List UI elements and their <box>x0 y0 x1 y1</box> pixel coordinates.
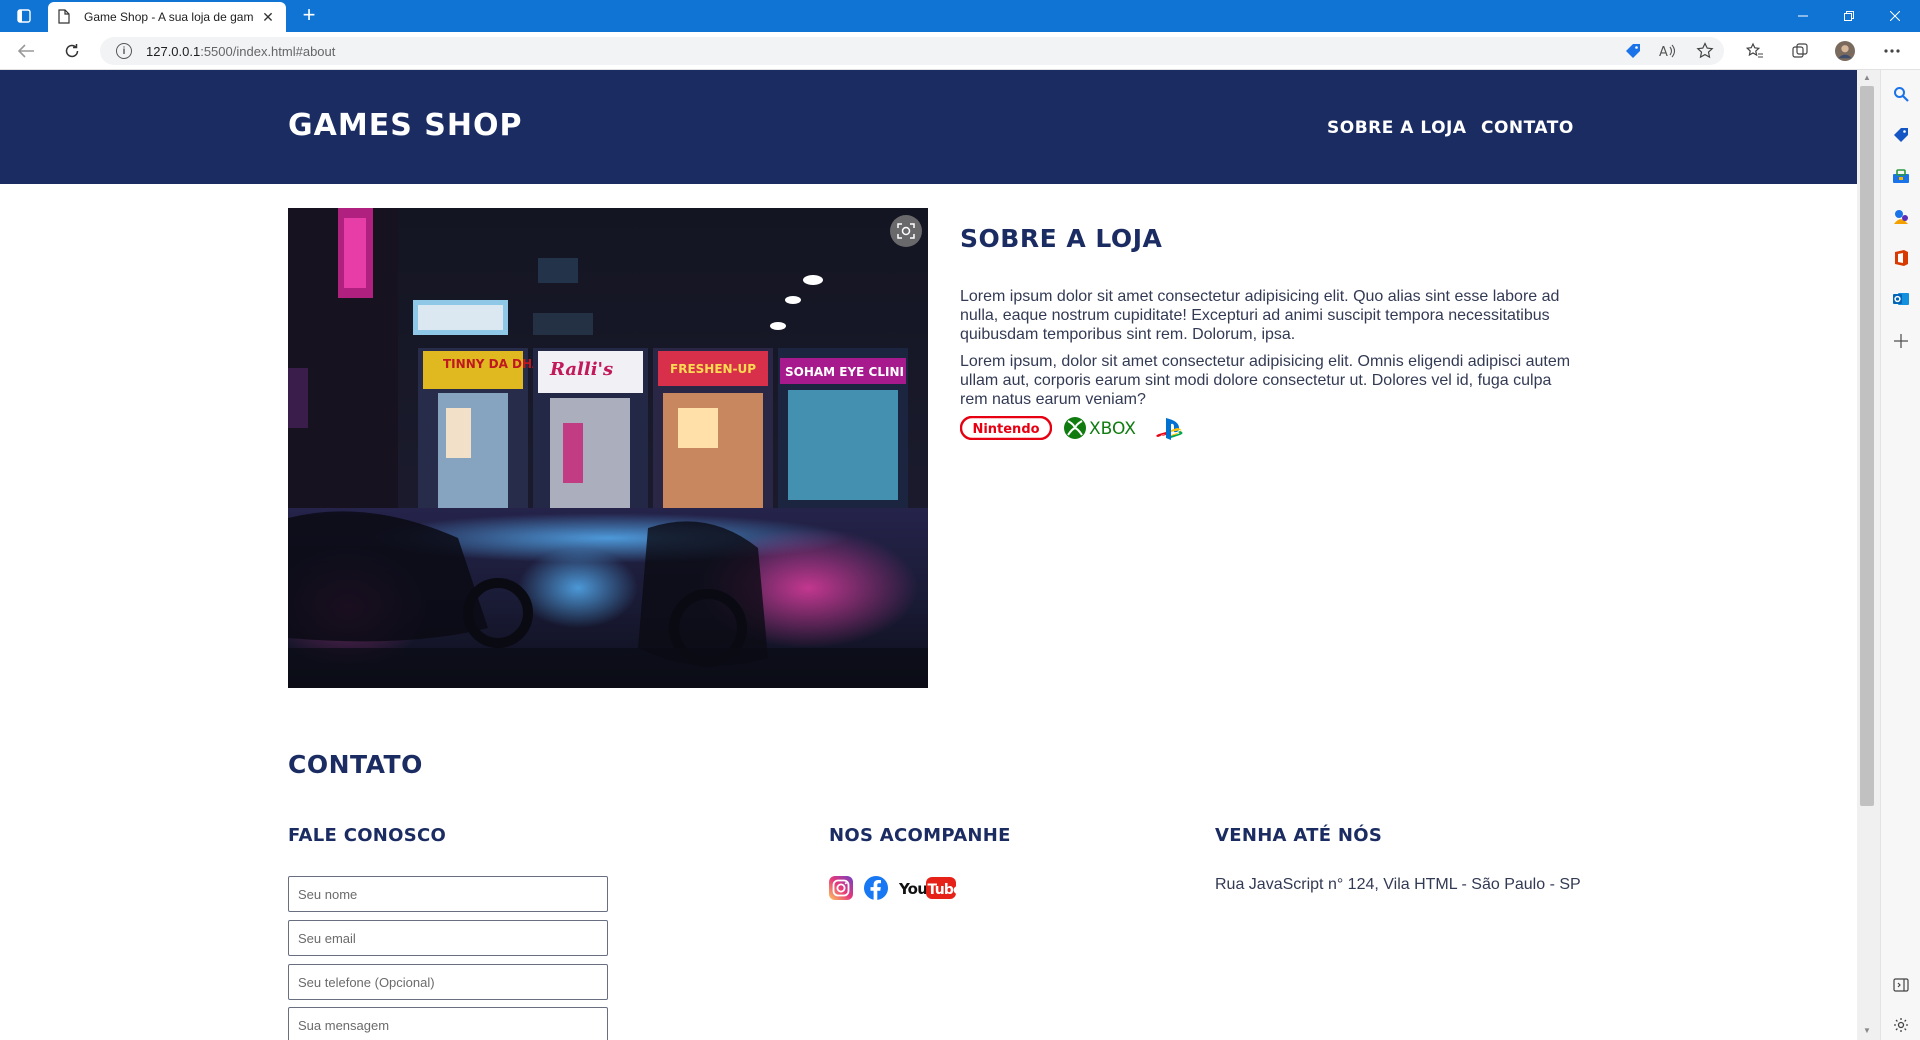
form-heading: Fale conosco <box>288 825 447 846</box>
nav-link-contato[interactable]: Contato <box>1481 118 1574 138</box>
svg-text:You: You <box>899 880 927 898</box>
games-icon[interactable] <box>1891 207 1911 227</box>
web-page: Games Shop Sobre a loja Contato <box>0 70 1857 1040</box>
browser-tab[interactable]: Game Shop - A sua loja de games ✕ <box>48 2 286 32</box>
scroll-down-arrow-icon[interactable]: ▼ <box>1860 1026 1874 1038</box>
message-input[interactable] <box>288 1007 608 1040</box>
search-icon[interactable] <box>1891 84 1911 104</box>
sign-soham-eye-clinic: SOHAM EYE CLINI <box>785 365 904 379</box>
xbox-logo: XBOX <box>1063 416 1145 445</box>
site-logo[interactable]: Games Shop <box>288 108 522 143</box>
svg-text:Nintendo: Nintendo <box>972 422 1039 437</box>
close-window-icon[interactable] <box>1872 0 1918 32</box>
address-bar[interactable]: i 127.0.0.1:5500/index.html#about <box>100 37 1724 65</box>
svg-text:Tube: Tube <box>928 882 958 898</box>
read-aloud-icon[interactable]: A <box>1658 41 1678 61</box>
add-plus-icon[interactable] <box>1891 331 1911 351</box>
url-host: 127.0.0.1 <box>146 43 201 59</box>
name-input[interactable] <box>288 876 608 912</box>
scroll-thumb[interactable] <box>1860 86 1874 806</box>
restore-icon[interactable] <box>1826 0 1872 32</box>
office-icon[interactable] <box>1891 248 1911 268</box>
shopping-tag-icon[interactable] <box>1891 125 1911 145</box>
info-icon[interactable]: i <box>116 43 132 59</box>
profile-avatar[interactable] <box>1835 41 1855 61</box>
more-menu-icon[interactable] <box>1882 41 1902 61</box>
about-paragraph-2: Lorem ipsum, dolor sit amet consectetur … <box>960 353 1571 408</box>
back-arrow-icon[interactable] <box>16 41 36 61</box>
scroll-up-arrow-icon[interactable]: ▲ <box>1860 73 1874 85</box>
close-tab-icon[interactable]: ✕ <box>260 9 276 26</box>
nav-link-sobre-a-loja[interactable]: Sobre a loja <box>1327 118 1467 138</box>
favorite-star-icon[interactable] <box>1695 41 1715 61</box>
nintendo-logo: Nintendo <box>959 415 1053 445</box>
contact-heading: Contato <box>288 750 423 779</box>
about-paragraph-1: Lorem ipsum dolor sit amet consectetur a… <box>960 288 1560 343</box>
sign-freshen-up: FRESHEN-UP <box>670 362 756 376</box>
store-address: Rua JavaScript n° 124, Vila HTML - São P… <box>1215 876 1581 893</box>
url-path: :5500/index.html#about <box>200 43 336 59</box>
svg-text:XBOX: XBOX <box>1089 419 1136 439</box>
email-input[interactable] <box>288 920 608 956</box>
phone-input[interactable] <box>288 964 608 1000</box>
coupon-tag-icon[interactable] <box>1623 41 1643 61</box>
page-icon <box>58 9 72 25</box>
refresh-icon[interactable] <box>62 41 82 61</box>
browser-toolbar: i 127.0.0.1:5500/index.html#about A <box>0 32 1920 70</box>
facebook-icon[interactable] <box>864 876 888 905</box>
edge-sidebar <box>1880 70 1920 1040</box>
outlook-icon[interactable] <box>1891 289 1911 309</box>
about-heading: Sobre a loja <box>960 224 1163 253</box>
url-text: 127.0.0.1:5500/index.html#about <box>146 44 335 59</box>
social-heading: Nos acompanhe <box>829 825 1011 846</box>
settings-gear-icon[interactable] <box>1891 1015 1911 1035</box>
svg-text:A: A <box>1659 45 1668 59</box>
site-header: Games Shop Sobre a loja Contato <box>0 70 1857 184</box>
favorites-list-icon[interactable] <box>1745 41 1765 61</box>
tools-icon[interactable] <box>1891 166 1911 186</box>
tab-title: Game Shop - A sua loja de games <box>84 10 254 24</box>
hide-sidebar-icon[interactable] <box>1891 975 1911 995</box>
youtube-icon[interactable]: YouTube <box>898 876 963 905</box>
sign-rallis: Ralli's <box>549 359 613 380</box>
tab-actions-icon[interactable] <box>12 6 36 26</box>
new-tab-button[interactable]: + <box>296 4 322 28</box>
browser-titlebar: Game Shop - A sua loja de games ✕ + <box>0 0 1920 32</box>
instagram-icon[interactable] <box>829 876 853 905</box>
store-photo: TINNY DA DHABA Ralli's FRESHEN-UP SOHAM … <box>288 208 928 688</box>
minimize-icon[interactable] <box>1780 0 1826 32</box>
playstation-logo <box>1155 416 1187 447</box>
visual-search-icon[interactable] <box>890 215 922 247</box>
collections-icon[interactable] <box>1790 41 1810 61</box>
visit-heading: Venha até nós <box>1215 825 1383 846</box>
